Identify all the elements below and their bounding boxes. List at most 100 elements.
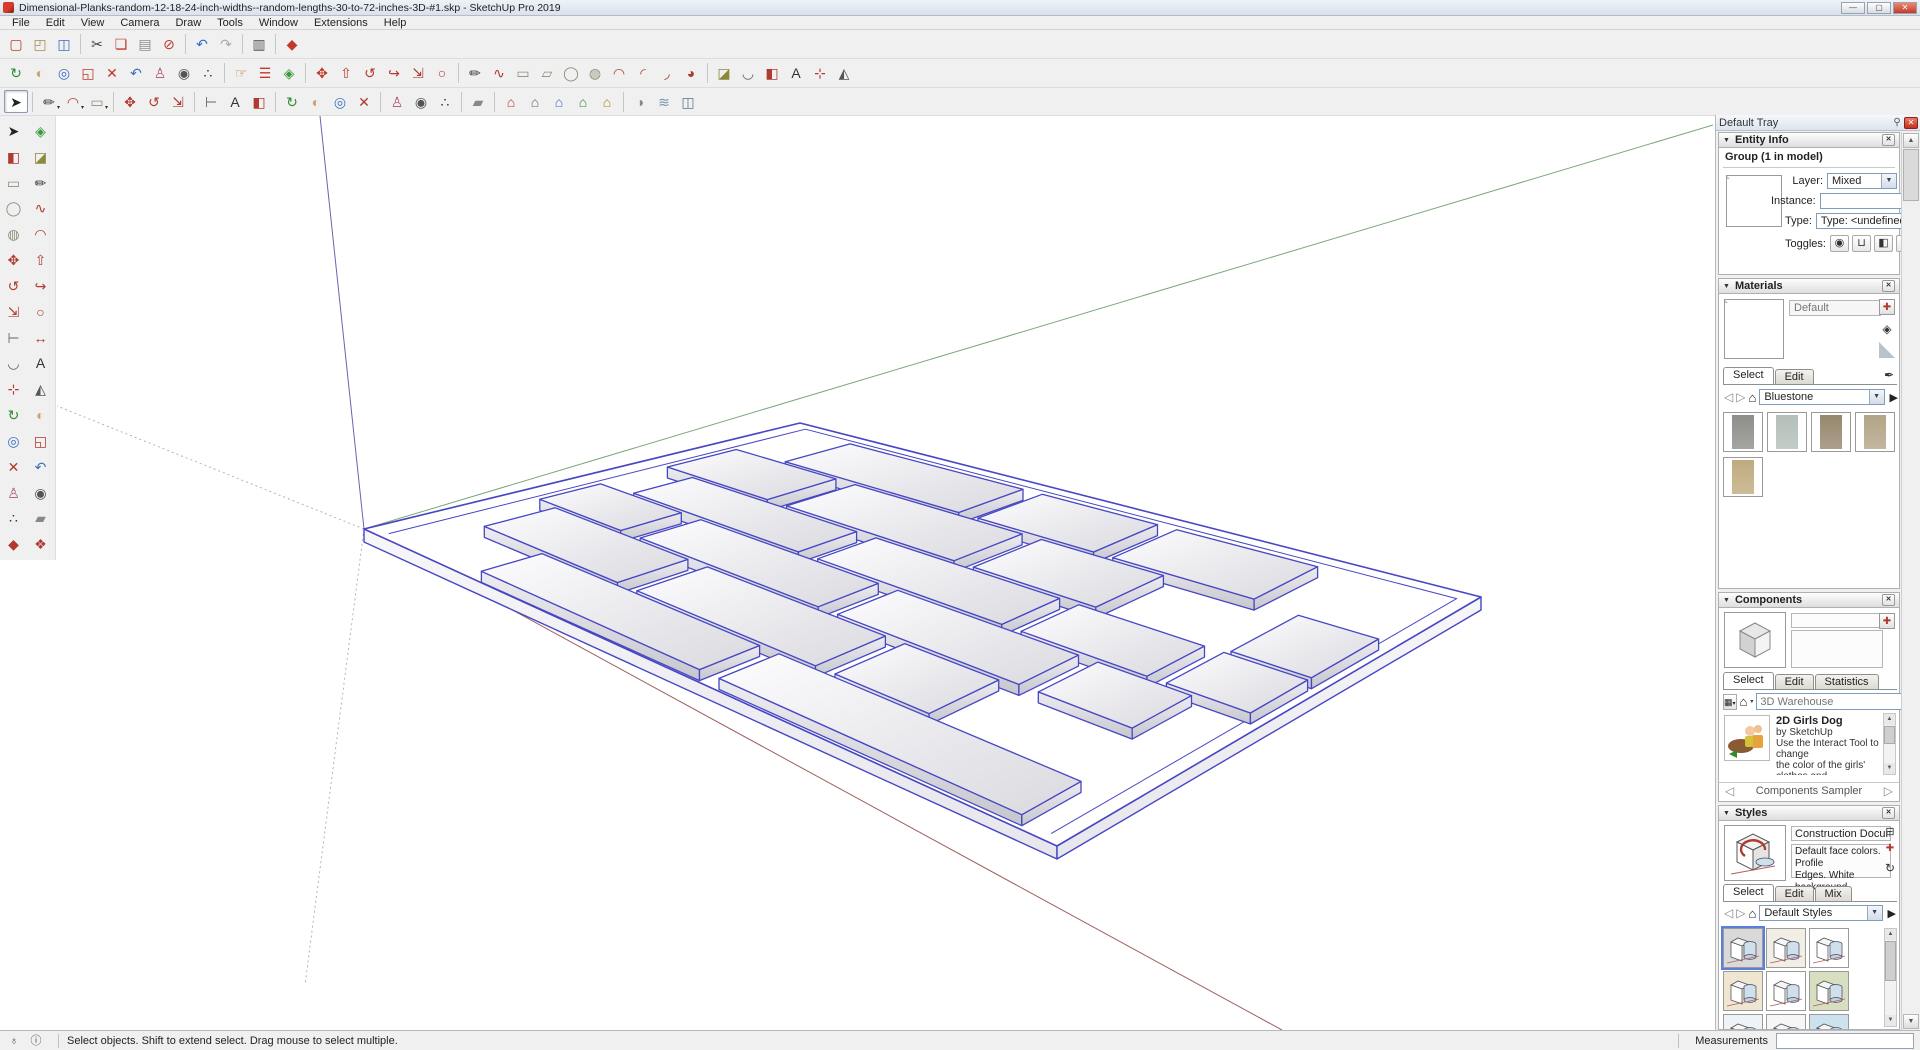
protractor-button[interactable]: ◡ — [736, 62, 760, 85]
cut-button[interactable]: ✂ — [85, 33, 109, 56]
components-tab-select[interactable]: Select — [1723, 672, 1774, 689]
scroll-down-icon[interactable]: ▼ — [1885, 1015, 1896, 1026]
style-thumbnail[interactable] — [1723, 971, 1763, 1011]
menu-camera[interactable]: Camera — [112, 16, 167, 30]
look-around-button[interactable]: ◉ — [172, 62, 196, 85]
refresh-style-icon[interactable]: ↻ — [1883, 861, 1897, 875]
close-button[interactable]: ✕ — [1893, 2, 1917, 14]
x-ray-button[interactable]: ◫ — [676, 90, 700, 113]
extension-warehouse-button[interactable]: ❖ — [28, 532, 53, 556]
scroll-up-icon[interactable]: ▲ — [1903, 133, 1919, 148]
component-list-item[interactable]: 2D Girls Dogby SketchUpUse the Interact … — [1722, 713, 1884, 775]
position-camera-button[interactable]: ♙ — [1, 481, 26, 505]
circle-button[interactable]: ◯ — [1, 196, 26, 220]
pan-button[interactable]: ◐ — [28, 62, 52, 85]
line-button[interactable]: ✏ — [28, 171, 53, 195]
rectangle-button[interactable]: ▭ — [1, 171, 26, 195]
tray-close-icon[interactable]: ✕ — [1904, 117, 1918, 129]
styles-tab-mix[interactable]: Mix — [1815, 886, 1852, 901]
material-swatch[interactable] — [1855, 412, 1895, 452]
pan-button[interactable]: ◐ — [304, 90, 328, 113]
warehouse-search-input[interactable] — [1757, 694, 1905, 709]
home-icon[interactable]: ⌂ — [1740, 694, 1748, 709]
scale-button[interactable]: ⇲ — [166, 90, 190, 113]
select-button[interactable]: ➤ — [4, 90, 28, 113]
menu-file[interactable]: File — [4, 16, 38, 30]
materials-close-icon[interactable]: ✕ — [1882, 280, 1895, 292]
undo-button[interactable]: ↶ — [190, 33, 214, 56]
position-camera-button[interactable]: ♙ — [385, 90, 409, 113]
style-description-field[interactable]: Default face colors. ProfileEdges. White… — [1791, 844, 1891, 878]
menu-window[interactable]: Window — [251, 16, 306, 30]
offset-button[interactable]: ○ — [28, 300, 53, 324]
scroll-thumb[interactable] — [1884, 726, 1895, 744]
entity-info-list-button[interactable]: ☰ — [253, 62, 277, 85]
text-button[interactable]: A — [28, 351, 53, 375]
tape-measure-button[interactable]: ⊢ — [199, 90, 223, 113]
top-view-button[interactable]: ⌂ — [523, 90, 547, 113]
materials-tab-edit[interactable]: Edit — [1775, 369, 1814, 384]
dimension-button[interactable]: ↔ — [28, 326, 53, 350]
back-icon[interactable]: ◁ — [1724, 906, 1733, 920]
tray-scrollbar[interactable]: ▲ ▼ — [1901, 132, 1920, 1030]
home-caret-icon[interactable]: ▾ — [1750, 698, 1753, 705]
paste-button[interactable]: ▤ — [133, 33, 157, 56]
style-thumbnail[interactable] — [1809, 928, 1849, 968]
style-thumbnail[interactable] — [1766, 971, 1806, 1011]
eraser-button[interactable]: ◪ — [28, 145, 53, 169]
rotate-button[interactable]: ↺ — [142, 90, 166, 113]
scroll-up-icon[interactable]: ▲ — [1885, 929, 1896, 940]
3d-warehouse-button[interactable]: ◆ — [1, 532, 26, 556]
style-thumbnail[interactable] — [1809, 1014, 1849, 1030]
styles-header[interactable]: ▼ Styles ✕ — [1718, 805, 1900, 821]
move-button[interactable]: ✥ — [310, 62, 334, 85]
display-pane-icon[interactable]: ⊟ — [1883, 825, 1897, 839]
tape-measure-button[interactable]: ⊢ — [1, 326, 26, 350]
circle-button[interactable]: ◯ — [559, 62, 583, 85]
erase-button[interactable]: ⊘ — [157, 33, 181, 56]
axes-button[interactable]: ⊹ — [1, 377, 26, 401]
freehand-button[interactable]: ∿ — [487, 62, 511, 85]
home-icon[interactable]: ⌂ — [1748, 906, 1756, 921]
styles-scrollbar[interactable]: ▲ ▼ — [1884, 928, 1897, 1027]
arc-button[interactable]: ◠ — [28, 222, 53, 246]
push-pull-button[interactable]: ⇧ — [28, 248, 53, 272]
text-button[interactable]: A — [784, 62, 808, 85]
iso-view-button[interactable]: ⌂ — [499, 90, 523, 113]
measurements-input[interactable] — [1776, 1033, 1914, 1049]
scroll-thumb[interactable] — [1903, 149, 1919, 201]
model-viewport[interactable] — [57, 116, 1715, 1030]
rectangle-button[interactable]: ▭ — [511, 62, 535, 85]
geolocation-icon[interactable]: ♁ — [6, 1033, 22, 1049]
menu-draw[interactable]: Draw — [167, 16, 209, 30]
arc-button[interactable]: ◠ — [607, 62, 631, 85]
push-pull-button[interactable]: ⇧ — [334, 62, 358, 85]
orbit-button[interactable]: ↻ — [4, 62, 28, 85]
offset-button[interactable]: ○ — [430, 62, 454, 85]
shape-tools-button[interactable]: ▭▾ — [85, 90, 109, 113]
3d-text-button[interactable]: ◭ — [832, 62, 856, 85]
look-around-button[interactable]: ◉ — [409, 90, 433, 113]
three-point-arc-button[interactable]: ◞ — [655, 62, 679, 85]
visibility-toggle-button[interactable]: ◉ — [1830, 235, 1849, 252]
line-button[interactable]: ✏ — [463, 62, 487, 85]
save-file-button[interactable]: ◫ — [52, 33, 76, 56]
rotate-button[interactable]: ↺ — [1, 274, 26, 298]
menu-tools[interactable]: Tools — [209, 16, 251, 30]
components-tab-edit[interactable]: Edit — [1775, 674, 1814, 689]
previous-view-button[interactable]: ↶ — [28, 455, 53, 479]
dropdown-caret-icon[interactable]: ▾ — [81, 104, 84, 111]
zoom-extents-button[interactable]: ✕ — [1, 455, 26, 479]
back-icon[interactable]: ◁ — [1724, 390, 1733, 404]
material-swatch[interactable] — [1723, 412, 1763, 452]
style-thumbnail[interactable] — [1766, 1014, 1806, 1030]
cast-shadows-toggle-button[interactable]: ◧ — [1874, 235, 1893, 252]
walk-button[interactable]: ∴ — [1, 506, 26, 530]
forward-icon[interactable]: ▷ — [1884, 784, 1893, 798]
walk-button[interactable]: ∴ — [433, 90, 457, 113]
zoom-button[interactable]: ◎ — [52, 62, 76, 85]
hand-tool-button[interactable]: ☞ — [229, 62, 253, 85]
back-icon[interactable]: ◁ — [1725, 784, 1734, 798]
component-description-field[interactable] — [1791, 630, 1883, 668]
pie-button[interactable]: ◕ — [679, 62, 703, 85]
